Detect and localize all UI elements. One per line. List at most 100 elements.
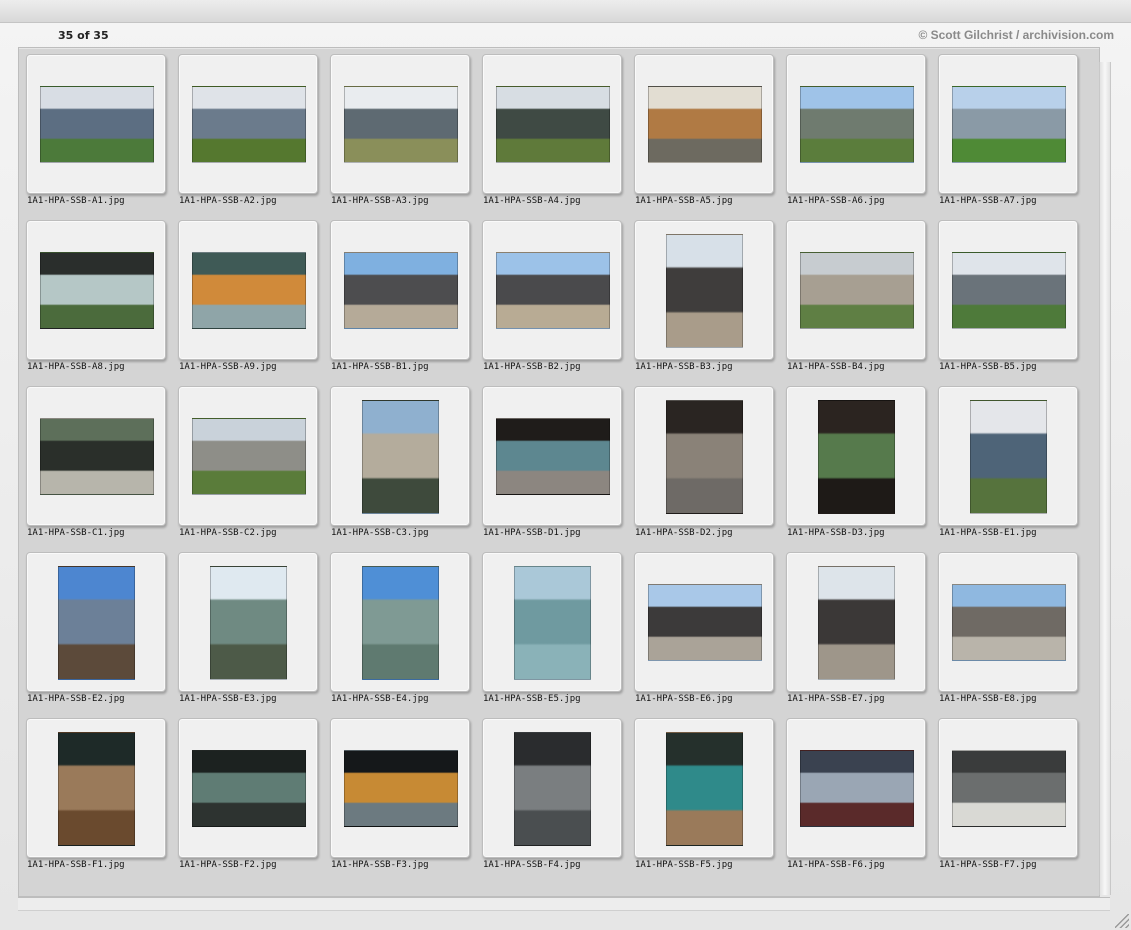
slide-mount[interactable]: [634, 718, 774, 858]
corridor-photo-icon[interactable]: [666, 400, 743, 514]
slide-mount[interactable]: [482, 220, 622, 360]
building-photo-icon[interactable]: [648, 584, 762, 661]
slide-mount[interactable]: [26, 54, 166, 194]
thumbnail-item[interactable]: 1A1-HPA-SSB-A8.jpg: [26, 220, 166, 386]
slide-mount[interactable]: [482, 386, 622, 526]
tower-photo-icon[interactable]: [970, 400, 1047, 514]
walkway-photo-icon[interactable]: [344, 86, 458, 163]
slide-mount[interactable]: [26, 386, 166, 526]
building-photo-icon[interactable]: [344, 252, 458, 329]
courtyard-photo-icon[interactable]: [800, 252, 914, 329]
interior-photo-icon[interactable]: [514, 732, 591, 846]
walkway-photo-icon[interactable]: [40, 418, 154, 495]
title-bar[interactable]: [0, 0, 1131, 23]
vertical-scrollbar[interactable]: [1099, 62, 1111, 895]
slide-mount[interactable]: [178, 220, 318, 360]
slide-mount[interactable]: [330, 220, 470, 360]
thumbnail-item[interactable]: 1A1-HPA-SSB-A6.jpg: [786, 54, 926, 220]
thumbnail-item[interactable]: 1A1-HPA-SSB-D1.jpg: [482, 386, 622, 552]
thumbnail-item[interactable]: 1A1-HPA-SSB-E7.jpg: [786, 552, 926, 718]
building-photo-icon[interactable]: [496, 252, 610, 329]
thumbnail-item[interactable]: 1A1-HPA-SSB-E5.jpg: [482, 552, 622, 718]
slide-mount[interactable]: [26, 552, 166, 692]
slide-mount[interactable]: [634, 220, 774, 360]
thumbnail-item[interactable]: 1A1-HPA-SSB-A3.jpg: [330, 54, 470, 220]
tower-photo-icon[interactable]: [210, 566, 287, 680]
interior-photo-icon[interactable]: [192, 252, 306, 329]
slide-mount[interactable]: [938, 54, 1078, 194]
slide-mount[interactable]: [634, 54, 774, 194]
thumbnail-item[interactable]: 1A1-HPA-SSB-A7.jpg: [938, 54, 1078, 220]
thumbnail-item[interactable]: 1A1-HPA-SSB-E8.jpg: [938, 552, 1078, 718]
atrium-photo-icon[interactable]: [58, 732, 135, 846]
thumbnail-item[interactable]: 1A1-HPA-SSB-B3.jpg: [634, 220, 774, 386]
thumbnail-item[interactable]: 1A1-HPA-SSB-B5.jpg: [938, 220, 1078, 386]
thumbnail-item[interactable]: 1A1-HPA-SSB-A4.jpg: [482, 54, 622, 220]
slide-mount[interactable]: [330, 552, 470, 692]
thumbnail-item[interactable]: 1A1-HPA-SSB-C1.jpg: [26, 386, 166, 552]
corridor-photo-icon[interactable]: [648, 86, 762, 163]
slide-mount[interactable]: [786, 552, 926, 692]
building-photo-icon[interactable]: [40, 86, 154, 163]
building-photo-icon[interactable]: [818, 566, 895, 680]
slide-mount[interactable]: [178, 386, 318, 526]
slide-mount[interactable]: [26, 718, 166, 858]
slide-mount[interactable]: [938, 718, 1078, 858]
courtyard-photo-icon[interactable]: [952, 86, 1066, 163]
thumbnail-item[interactable]: 1A1-HPA-SSB-F3.jpg: [330, 718, 470, 884]
thumbnail-item[interactable]: 1A1-HPA-SSB-E3.jpg: [178, 552, 318, 718]
thumbnail-item[interactable]: 1A1-HPA-SSB-C3.jpg: [330, 386, 470, 552]
resize-grip-icon[interactable]: [1115, 914, 1129, 928]
tower-photo-icon[interactable]: [362, 566, 439, 680]
interior-photo-icon[interactable]: [40, 252, 154, 329]
slide-mount[interactable]: [786, 718, 926, 858]
thumbnail-item[interactable]: 1A1-HPA-SSB-E1.jpg: [938, 386, 1078, 552]
building-photo-icon[interactable]: [666, 234, 743, 348]
slide-mount[interactable]: [482, 552, 622, 692]
building-photo-icon[interactable]: [496, 418, 610, 495]
slide-mount[interactable]: [938, 552, 1078, 692]
slide-mount[interactable]: [786, 54, 926, 194]
interior-photo-icon[interactable]: [952, 750, 1066, 827]
thumbnail-item[interactable]: 1A1-HPA-SSB-A1.jpg: [26, 54, 166, 220]
thumbnail-item[interactable]: 1A1-HPA-SSB-F6.jpg: [786, 718, 926, 884]
thumbnail-item[interactable]: 1A1-HPA-SSB-B1.jpg: [330, 220, 470, 386]
thumbnail-item[interactable]: 1A1-HPA-SSB-A9.jpg: [178, 220, 318, 386]
slide-mount[interactable]: [482, 718, 622, 858]
thumbnail-item[interactable]: 1A1-HPA-SSB-B2.jpg: [482, 220, 622, 386]
atrium-photo-icon[interactable]: [666, 732, 743, 846]
building-photo-icon[interactable]: [952, 584, 1066, 661]
tower-photo-icon[interactable]: [514, 566, 591, 680]
slide-mount[interactable]: [634, 552, 774, 692]
slide-mount[interactable]: [482, 54, 622, 194]
building-photo-icon[interactable]: [362, 400, 439, 514]
slide-mount[interactable]: [26, 220, 166, 360]
courtyard-photo-icon[interactable]: [952, 252, 1066, 329]
interior-photo-icon[interactable]: [818, 400, 895, 514]
courtyard-photo-icon[interactable]: [800, 86, 914, 163]
thumbnail-item[interactable]: 1A1-HPA-SSB-D2.jpg: [634, 386, 774, 552]
thumbnail-item[interactable]: 1A1-HPA-SSB-D3.jpg: [786, 386, 926, 552]
slide-mount[interactable]: [178, 718, 318, 858]
thumbnail-item[interactable]: 1A1-HPA-SSB-B4.jpg: [786, 220, 926, 386]
thumbnail-item[interactable]: 1A1-HPA-SSB-F7.jpg: [938, 718, 1078, 884]
slide-mount[interactable]: [178, 54, 318, 194]
thumbnail-item[interactable]: 1A1-HPA-SSB-A2.jpg: [178, 54, 318, 220]
thumbnail-item[interactable]: 1A1-HPA-SSB-E6.jpg: [634, 552, 774, 718]
slide-mount[interactable]: [938, 386, 1078, 526]
thumbnail-item[interactable]: 1A1-HPA-SSB-E4.jpg: [330, 552, 470, 718]
atrium-photo-icon[interactable]: [192, 750, 306, 827]
thumbnail-item[interactable]: 1A1-HPA-SSB-F5.jpg: [634, 718, 774, 884]
interior-photo-icon[interactable]: [344, 750, 458, 827]
slide-mount[interactable]: [330, 718, 470, 858]
thumbnail-item[interactable]: 1A1-HPA-SSB-A5.jpg: [634, 54, 774, 220]
walkway-photo-icon[interactable]: [192, 418, 306, 495]
slide-mount[interactable]: [330, 54, 470, 194]
slide-mount[interactable]: [938, 220, 1078, 360]
slide-mount[interactable]: [786, 386, 926, 526]
slide-mount[interactable]: [178, 552, 318, 692]
thumbnail-item[interactable]: 1A1-HPA-SSB-C2.jpg: [178, 386, 318, 552]
thumbnail-item[interactable]: 1A1-HPA-SSB-F4.jpg: [482, 718, 622, 884]
corridor-photo-icon[interactable]: [800, 750, 914, 827]
thumbnail-item[interactable]: 1A1-HPA-SSB-F2.jpg: [178, 718, 318, 884]
